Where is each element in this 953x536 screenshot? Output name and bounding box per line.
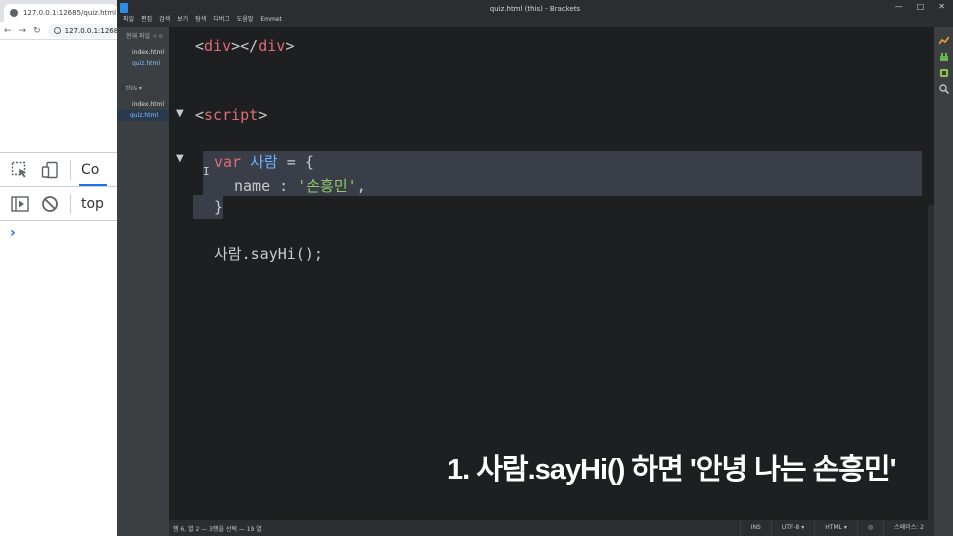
token-keyword: var — [214, 153, 242, 171]
devtools-tabbar: Co — [0, 153, 117, 187]
code-line-6: 사람.sayHi(); — [214, 245, 323, 263]
globe-icon — [10, 9, 18, 17]
inspect-element-icon[interactable] — [10, 161, 30, 179]
working-file-quiz[interactable]: quiz.html — [117, 58, 169, 69]
status-bar: 행 6, 열 2 — 3행을 선택 — 19 열 INS UTF-8 ▾ HTM… — [169, 520, 934, 536]
menu-help[interactable]: 도움말 — [237, 14, 254, 26]
browser-navbar: ← → ↻ 127.0.0.1:12685 — [0, 22, 117, 40]
token: > — [285, 37, 295, 55]
token-variable: 사람 — [250, 153, 278, 171]
working-files-title: 현재 파일 — [126, 33, 150, 40]
address-text: 127.0.0.1:12685 — [64, 26, 117, 35]
address-bar[interactable]: 127.0.0.1:12685 — [47, 23, 117, 38]
code-line-4: name : '손흥민', — [234, 175, 366, 196]
token: = { — [277, 153, 314, 171]
project-file-quiz[interactable]: quiz.html — [117, 110, 169, 121]
show-sidebar-icon[interactable] — [10, 195, 30, 213]
toolbar-divider — [70, 159, 71, 180]
token-tag: div — [258, 37, 286, 55]
token: , — [356, 177, 366, 195]
working-files-header: 현재 파일 ⟳ ⚙ — [117, 31, 169, 43]
cursor-position: 행 6, 열 2 — 3행을 선택 — 19 열 — [173, 525, 262, 533]
token: > — [258, 106, 268, 124]
fold-arrow-icon[interactable]: ▼ — [176, 153, 184, 164]
menu-navigate[interactable]: 탐색 — [195, 14, 206, 26]
brackets-window: quiz.html (this) - Brackets — □ ✕ 파일 편집 … — [117, 0, 953, 536]
reload-icon[interactable]: ↻ — [33, 26, 41, 36]
devtools-panel: Co top › — [0, 152, 117, 536]
token-tag: div — [204, 37, 232, 55]
browser-tab-title: 127.0.0.1:12685/quiz.html — [23, 9, 117, 17]
token: ></ — [231, 37, 259, 55]
menu-debug[interactable]: 디버그 — [213, 14, 230, 26]
browser-tab[interactable]: 127.0.0.1:12685/quiz.html — [4, 4, 117, 22]
menu-emmet[interactable]: Emmet — [260, 14, 282, 26]
close-button[interactable]: ✕ — [938, 2, 945, 11]
clear-console-icon[interactable] — [40, 195, 60, 213]
insert-mode-toggle[interactable]: INS — [739, 520, 771, 536]
tab-console[interactable]: Co — [78, 162, 108, 186]
code-line-5: } — [214, 198, 224, 216]
menu-view[interactable]: 보기 — [177, 14, 188, 26]
back-arrow-icon[interactable]: ← — [4, 26, 12, 36]
token-key: name : — [234, 177, 298, 195]
info-icon[interactable] — [53, 27, 61, 34]
code-line-2: <script> — [195, 106, 267, 124]
device-toolbar-icon[interactable] — [40, 161, 60, 179]
console-prompt-icon[interactable]: › — [10, 225, 16, 241]
code-line-1: <div></div> — [195, 37, 294, 55]
console-toolbar: top — [0, 187, 117, 221]
caption-overlay: 1. 사람.sayHi() 하면 '안녕 나는 손흥민' — [447, 454, 897, 486]
working-file-index[interactable]: index.html — [117, 47, 169, 58]
menu-search[interactable]: 검색 — [159, 14, 170, 26]
live-preview-icon[interactable] — [938, 36, 949, 46]
forward-arrow-icon[interactable]: → — [19, 26, 27, 36]
menu-bar: 파일 편집 검색 보기 탐색 디버그 도움말 Emmet — [117, 14, 337, 26]
encoding-select[interactable]: UTF-8 ▾ — [770, 520, 814, 536]
token-tag: script — [204, 106, 259, 124]
menu-file[interactable]: 파일 — [123, 14, 134, 26]
toolbar-divider — [70, 193, 71, 214]
maximize-button[interactable]: □ — [917, 2, 925, 11]
fold-arrow-icon[interactable]: ▼ — [176, 108, 184, 119]
minimize-button[interactable]: — — [895, 2, 903, 11]
browser-window: 127.0.0.1:12685/quiz.html ← → ↻ 127.0.0.… — [0, 0, 117, 536]
token: < — [195, 37, 205, 55]
menu-edit[interactable]: 편집 — [141, 14, 152, 26]
browser-tabbar: 127.0.0.1:12685/quiz.html — [0, 0, 117, 22]
window-title: quiz.html (this) - Brackets — [489, 4, 581, 13]
project-file-index[interactable]: index.html — [117, 99, 169, 110]
file-sidebar: 현재 파일 ⟳ ⚙ index.html quiz.html this ▾ ind… — [117, 27, 169, 536]
right-toolbar — [934, 27, 953, 536]
context-selector[interactable]: top — [81, 196, 104, 212]
page-viewport[interactable] — [0, 40, 117, 152]
token-string: '손흥민' — [297, 177, 357, 195]
text-cursor-icon: I — [203, 165, 210, 178]
plugin-icon[interactable] — [939, 68, 949, 78]
token: < — [195, 106, 205, 124]
code-line-3: var 사람 = { — [214, 151, 314, 172]
indent-setting[interactable]: 스페이스: 2 — [883, 520, 934, 536]
lint-status-icon[interactable]: ◎ — [856, 520, 883, 536]
language-select[interactable]: HTML ▾ — [814, 520, 857, 536]
brackets-logo-icon — [120, 3, 128, 13]
window-controls: — □ ✕ — [895, 2, 945, 11]
extension-manager-icon[interactable] — [939, 52, 949, 62]
find-icon[interactable] — [938, 84, 949, 94]
project-title[interactable]: this ▾ — [117, 83, 169, 95]
working-files-actions-icon[interactable]: ⟳ ⚙ — [153, 34, 163, 40]
